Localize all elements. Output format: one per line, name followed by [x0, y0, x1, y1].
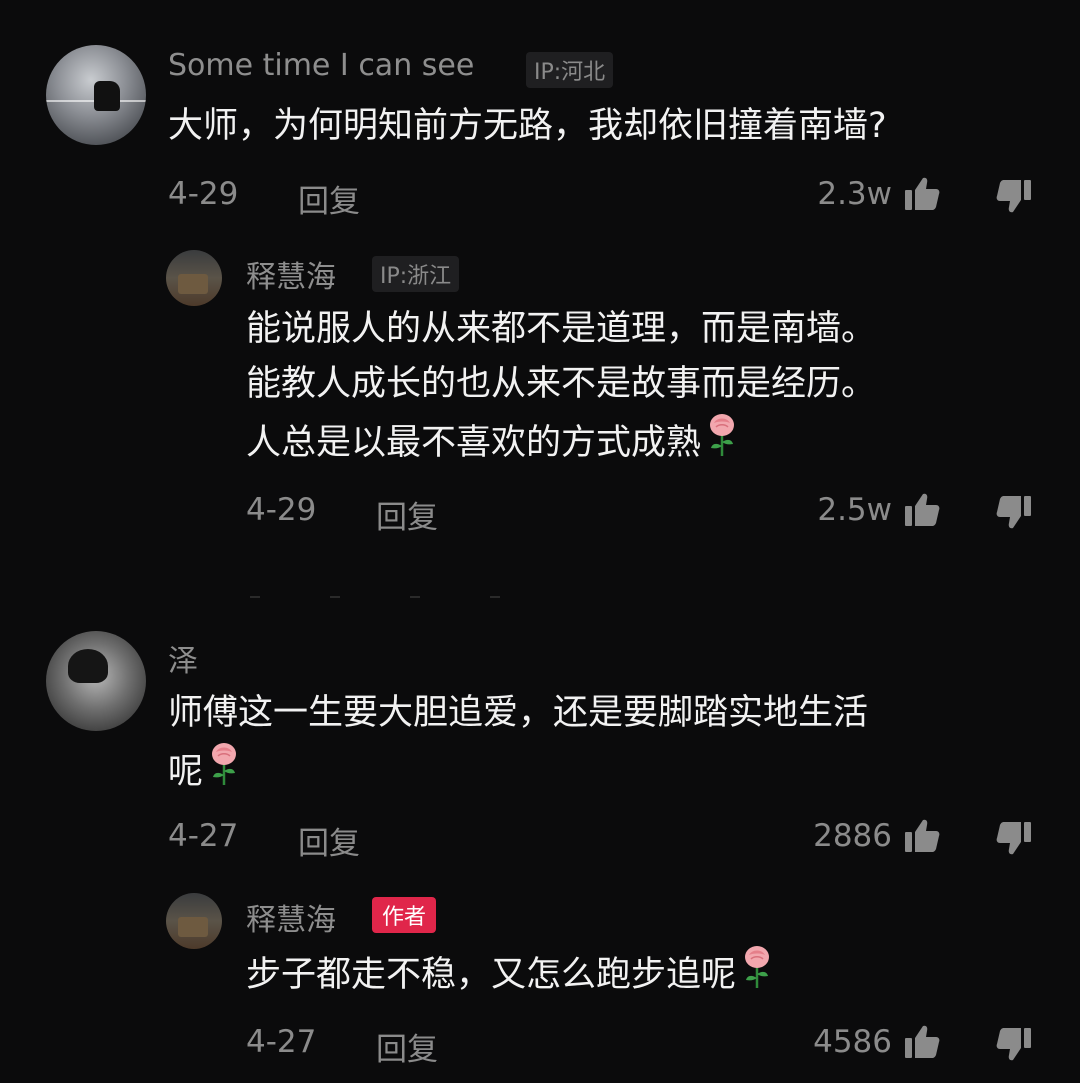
reply-button[interactable]: 回复	[298, 176, 360, 221]
avatar[interactable]	[46, 45, 146, 145]
like-count: 2.5w	[817, 492, 892, 528]
rose-emoji-icon	[745, 946, 770, 988]
ip-location-tag: IP:浙江	[372, 256, 460, 292]
comment-text: 师傅这一生要大胆追爱，还是要脚踏实地生活 呢	[168, 686, 868, 800]
comment-date: 4-29	[168, 176, 239, 212]
comment-line: 步子都走不稳，又怎么跑步追呢	[246, 944, 774, 1003]
avatar[interactable]	[166, 250, 222, 306]
comment-text: 步子都走不稳，又怎么跑步追呢	[246, 944, 774, 1003]
comment-list: Some time I can see IP:河北 大师，为何明知前方无路，我却…	[0, 0, 1080, 1083]
divider	[250, 596, 500, 598]
ip-location-tag: IP:河北	[526, 52, 614, 88]
comment-line: 师傅这一生要大胆追爱，还是要脚踏实地生活	[168, 693, 869, 733]
like-count: 2.3w	[817, 176, 892, 212]
like-count: 2886	[813, 818, 892, 854]
username[interactable]: 释慧海	[246, 895, 336, 939]
rose-emoji-icon	[212, 743, 237, 785]
thumbs-down-icon[interactable]	[994, 492, 1034, 532]
comment-line-text: 呢	[168, 752, 204, 792]
avatar[interactable]	[166, 893, 222, 949]
thumbs-down-icon[interactable]	[994, 176, 1034, 216]
comment-text: 大师，为何明知前方无路，我却依旧撞着南墙?	[168, 99, 887, 154]
comment-date: 4-27	[168, 818, 239, 854]
comment-line: 呢	[168, 741, 868, 800]
username[interactable]: 泽	[168, 636, 198, 680]
reply-button[interactable]: 回复	[376, 1024, 438, 1069]
reply-button[interactable]: 回复	[298, 818, 360, 863]
thumbs-up-icon[interactable]	[902, 816, 942, 856]
comment-text: 能说服人的从来都不是道理，而是南墙。 能教人成长的也从来不是故事而是经历。 人总…	[246, 302, 876, 471]
comment-line: 大师，为何明知前方无路，我却依旧撞着南墙?	[168, 106, 887, 146]
comment-date: 4-29	[246, 492, 317, 528]
username[interactable]: Some time I can see	[168, 48, 474, 83]
avatar[interactable]	[46, 631, 146, 731]
username[interactable]: 释慧海	[246, 252, 336, 296]
like-count: 4586	[813, 1024, 892, 1060]
rose-emoji-icon	[710, 414, 735, 456]
thumbs-up-icon[interactable]	[902, 490, 942, 530]
thumbs-down-icon[interactable]	[994, 1024, 1034, 1064]
comment-line: 能说服人的从来都不是道理，而是南墙。	[246, 309, 877, 349]
reply-button[interactable]: 回复	[376, 492, 438, 537]
thumbs-up-icon[interactable]	[902, 1022, 942, 1062]
author-badge: 作者	[372, 897, 437, 933]
comment-line: 人总是以最不喜欢的方式成熟	[246, 412, 876, 471]
thumbs-up-icon[interactable]	[902, 174, 942, 214]
comment-line-text: 步子都走不稳，又怎么跑步追呢	[246, 955, 737, 995]
thumbs-down-icon[interactable]	[994, 818, 1034, 858]
comment-line: 能教人成长的也从来不是故事而是经历。	[246, 364, 877, 404]
comment-line-text: 人总是以最不喜欢的方式成熟	[246, 423, 702, 463]
comment-date: 4-27	[246, 1024, 317, 1060]
